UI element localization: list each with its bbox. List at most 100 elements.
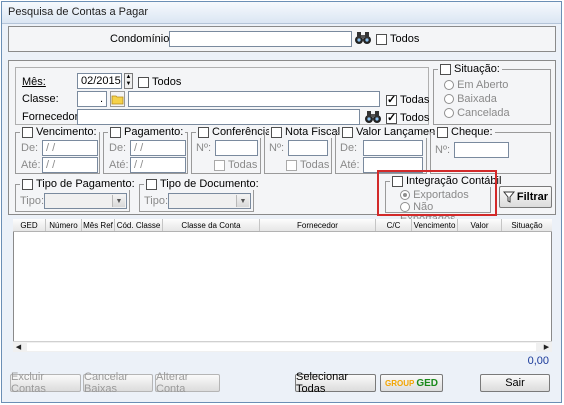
conferencia-todas-checkbox[interactable] xyxy=(214,159,225,171)
pagamento-checkbox[interactable] xyxy=(110,126,121,138)
situacao-header: Situação: xyxy=(438,63,502,75)
situacao-checkbox[interactable] xyxy=(440,63,451,75)
pagamento-group: Pagamento: De: / / Até: / / xyxy=(103,126,188,174)
col-fornecedor[interactable]: Fornecedor xyxy=(260,219,376,231)
nota-fiscal-group: Nota Fiscal: Nº: Todas xyxy=(264,126,346,174)
title-bar: Pesquisa de Contas a Pagar xyxy=(2,2,561,24)
vencimento-de-label: De: xyxy=(21,142,39,154)
col-mes-ref[interactable]: Mês Ref xyxy=(82,219,115,231)
table-header: GED Número Mês Ref Cód. Classe Classe da… xyxy=(13,219,552,232)
tipo-documento-checkbox[interactable] xyxy=(146,178,157,190)
selecionar-todas-button[interactable]: Selecionar Todas xyxy=(295,371,376,395)
tipo-documento-label: Tipo de Documento: xyxy=(160,178,259,190)
mes-todos-checkbox[interactable] xyxy=(138,76,149,88)
highlight-box xyxy=(377,170,497,216)
search-window: Pesquisa de Contas a Pagar Condomínio: T… xyxy=(1,1,562,403)
group-ged-logo-ged: GED xyxy=(416,377,438,389)
condominio-todos-checkbox[interactable] xyxy=(376,33,387,45)
situacao-option-em-aberto[interactable]: Em Aberto xyxy=(444,79,508,91)
results-grid[interactable] xyxy=(13,219,552,350)
tipo-pagamento-checkbox[interactable] xyxy=(22,178,33,190)
col-cc[interactable]: C/C xyxy=(376,219,412,231)
cheque-no-label: Nº: xyxy=(435,144,451,156)
nota-fiscal-checkbox[interactable] xyxy=(271,126,282,138)
classe-label: Classe: xyxy=(22,93,59,105)
col-situacao[interactable]: Situação xyxy=(502,219,552,231)
tipo-pagamento-group: Tipo de Pagamento: Tipo: ▼ xyxy=(15,178,137,212)
tipo-documento-select[interactable]: ▼ xyxy=(168,193,251,209)
pagamento-de-label: De: xyxy=(109,142,127,154)
situacao-group: Situação: Em Aberto Baixada Cancelada xyxy=(433,63,551,125)
vencimento-checkbox[interactable] xyxy=(22,126,33,138)
conferencia-group: Conferência: Nº: Todas xyxy=(191,126,277,174)
valor-de-input[interactable] xyxy=(363,140,423,156)
classe-todas-checkbox[interactable] xyxy=(386,93,397,106)
tipo-pagamento-label: Tipo de Pagamento: xyxy=(36,178,135,190)
vencimento-group: Vencimento: De: / / Até: / / xyxy=(15,126,100,174)
condominio-todos-label: Todos xyxy=(390,33,420,45)
scroll-thumb[interactable] xyxy=(27,343,536,351)
fornecedor-binoculars-icon[interactable] xyxy=(364,109,382,125)
pagamento-ate-label: Até: xyxy=(109,159,129,171)
filtrar-label: Filtrar xyxy=(516,191,549,203)
dropdown-arrow-icon: ▼ xyxy=(236,195,249,207)
mes-todos-label: Todos xyxy=(152,76,182,88)
pagamento-ate-input[interactable]: / / xyxy=(130,157,186,173)
nota-fiscal-no-label: Nº: xyxy=(269,142,285,154)
nota-fiscal-todas-label: Todas xyxy=(300,159,330,171)
nota-fiscal-todas-checkbox[interactable] xyxy=(286,159,297,171)
tipo-documento-group: Tipo de Documento: Tipo: ▼ xyxy=(139,178,261,212)
tipo-documento-tipo-label: Tipo: xyxy=(144,195,169,207)
scroll-right-icon[interactable]: ▶ xyxy=(541,342,552,352)
scroll-left-icon[interactable]: ◀ xyxy=(13,342,24,352)
conferencia-no-input[interactable] xyxy=(215,140,258,156)
sair-button[interactable]: Sair xyxy=(480,374,550,392)
window-title: Pesquisa de Contas a Pagar xyxy=(8,6,149,18)
vencimento-de-input[interactable]: / / xyxy=(42,140,98,156)
alterar-conta-button[interactable]: Alterar Conta xyxy=(155,371,220,395)
vencimento-ate-input[interactable]: / / xyxy=(42,157,98,173)
cancelar-baixas-button[interactable]: Cancelar Baixas xyxy=(83,371,153,395)
col-numero[interactable]: Número xyxy=(46,219,82,231)
nota-fiscal-no-input[interactable] xyxy=(288,140,328,156)
fornecedor-todos-label: Todos xyxy=(400,112,430,124)
situacao-option-cancelada[interactable]: Cancelada xyxy=(444,107,510,119)
col-classe-conta[interactable]: Classe da Conta xyxy=(163,219,260,231)
situacao-label: Situação: xyxy=(454,63,500,75)
fornecedor-todos-checkbox[interactable] xyxy=(386,111,397,124)
horizontal-scrollbar[interactable]: ◀ ▶ xyxy=(13,341,552,352)
tipo-pagamento-select[interactable]: ▼ xyxy=(44,193,127,209)
col-cod-classe[interactable]: Cód. Classe xyxy=(115,219,163,231)
filtrar-button[interactable]: Filtrar xyxy=(499,186,552,208)
cheque-label: Cheque: xyxy=(451,126,493,138)
group-ged-button[interactable]: GROUP GED xyxy=(380,374,443,392)
pagamento-label: Pagamento: xyxy=(124,126,184,138)
excluir-contas-button[interactable]: Excluir Contas xyxy=(10,371,81,395)
cheque-checkbox[interactable] xyxy=(437,126,448,138)
conferencia-no-label: Nº: xyxy=(196,142,212,154)
fornecedor-input[interactable] xyxy=(77,109,360,125)
spin-arrows-icon[interactable]: ▲ ▼ xyxy=(124,73,133,89)
col-vencimento[interactable]: Vencimento xyxy=(412,219,458,231)
conferencia-checkbox[interactable] xyxy=(198,126,209,138)
tipo-pagamento-tipo-label: Tipo: xyxy=(20,195,45,207)
valor-ate-label: Até: xyxy=(340,159,360,171)
cheque-no-input[interactable] xyxy=(454,142,509,158)
mes-input[interactable]: 02/2015 xyxy=(77,73,122,89)
classe-code-input[interactable]: . xyxy=(77,91,107,107)
funnel-icon xyxy=(502,191,515,203)
conferencia-todas-label: Todas xyxy=(228,159,258,171)
classe-input[interactable] xyxy=(128,91,380,107)
total-value: 0,00 xyxy=(527,355,549,367)
binoculars-icon[interactable] xyxy=(354,30,372,46)
col-valor[interactable]: Valor xyxy=(458,219,502,231)
mes-label: Mês: xyxy=(22,76,46,88)
folder-icon[interactable] xyxy=(110,91,125,107)
valor-lancamento-checkbox[interactable] xyxy=(342,126,353,138)
main-filter-group: Mês: 02/2015 ▲▼ Todos Classe: . Todas Fo… xyxy=(15,67,429,125)
condominio-input[interactable] xyxy=(169,31,352,47)
situacao-option-baixada[interactable]: Baixada xyxy=(444,93,497,105)
col-ged[interactable]: GED xyxy=(13,219,46,231)
pagamento-de-input[interactable]: / / xyxy=(130,140,186,156)
cheque-group: Cheque: Nº: xyxy=(430,126,551,174)
